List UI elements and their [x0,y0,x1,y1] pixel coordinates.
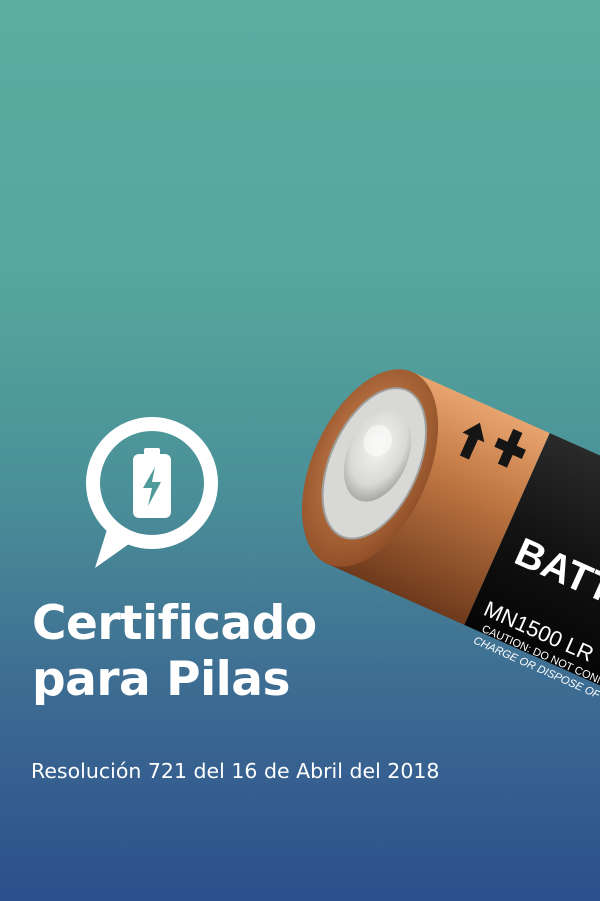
page-title: Certificado para Pilas [32,596,317,708]
resolution-subtitle: Resolución 721 del 16 de Abril del 2018 [31,759,440,783]
title-line-2: para Pilas [32,652,290,707]
title-line-1: Certificado [32,596,317,651]
chat-bubble-battery-icon [86,417,218,568]
certificate-poster: BATTE MN1500 LR CAUTION: DO NOT CONN CHA… [0,0,600,901]
